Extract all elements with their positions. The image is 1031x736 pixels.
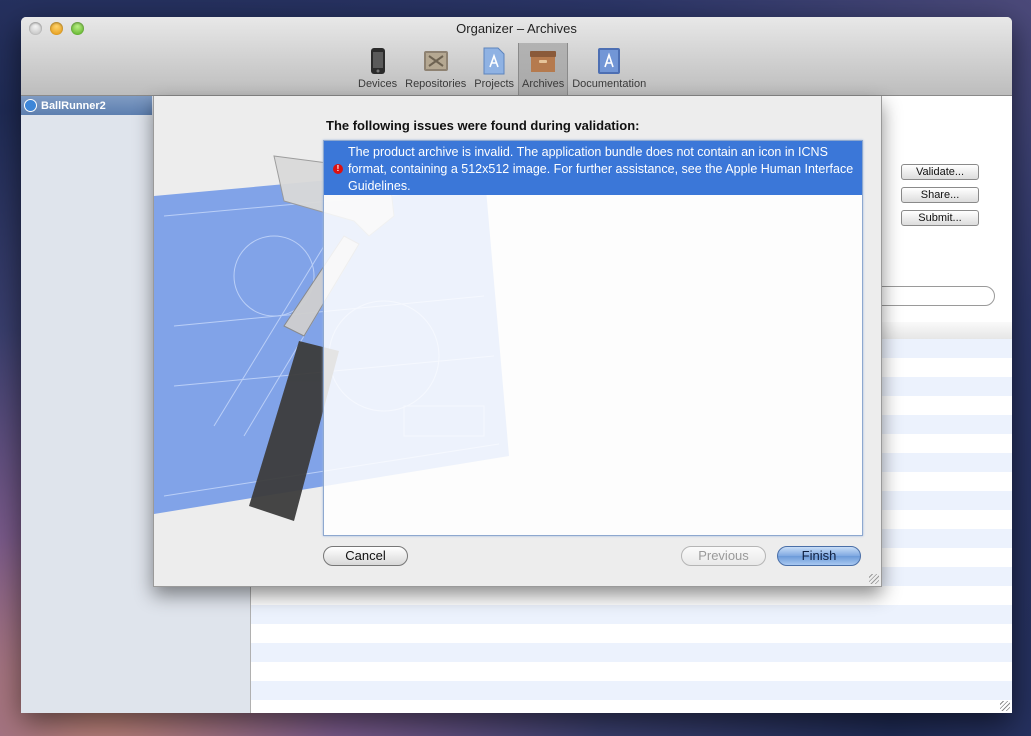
app-icon (24, 99, 37, 112)
window-title: Organizer – Archives (456, 21, 577, 36)
error-icon: ! (333, 164, 343, 174)
tab-devices[interactable]: Devices (354, 43, 401, 95)
issue-text: The product archive is invalid. The appl… (348, 145, 854, 193)
archives-icon (529, 46, 557, 76)
share-button[interactable]: Share... (901, 187, 979, 203)
tab-archives[interactable]: Archives (518, 43, 569, 95)
repository-icon (422, 46, 450, 76)
validation-heading: The following issues were found during v… (326, 118, 640, 133)
tab-repositories[interactable]: Repositories (401, 43, 470, 95)
device-icon (364, 46, 392, 76)
tab-documentation-label: Documentation (572, 78, 647, 90)
issue-row[interactable]: ! The product archive is invalid. The ap… (324, 141, 862, 195)
issues-list[interactable]: ! The product archive is invalid. The ap… (323, 140, 863, 536)
sheet-resize-handle[interactable] (869, 574, 879, 584)
tab-devices-label: Devices (358, 78, 398, 90)
cancel-button[interactable]: Cancel (323, 546, 408, 566)
tab-projects-label: Projects (474, 78, 515, 90)
finish-button[interactable]: Finish (777, 546, 861, 566)
validate-button[interactable]: Validate... (901, 164, 979, 180)
titlebar: Organizer – Archives Devices Repositorie… (21, 17, 1012, 96)
tab-archives-label: Archives (522, 78, 565, 90)
documentation-icon (595, 46, 623, 76)
sidebar-item-ballrunner2[interactable]: BallRunner2 (21, 96, 152, 115)
tab-documentation[interactable]: Documentation (568, 43, 650, 95)
toolbar: Devices Repositories Projects Archives D… (354, 43, 650, 95)
tab-projects[interactable]: Projects (470, 43, 518, 95)
previous-button[interactable]: Previous (681, 546, 766, 566)
projects-icon (480, 46, 508, 76)
tab-repositories-label: Repositories (405, 78, 467, 90)
sidebar-item-label: BallRunner2 (41, 99, 106, 112)
window-resize-handle[interactable] (1000, 701, 1010, 711)
validation-sheet: The following issues were found during v… (153, 96, 882, 587)
submit-button[interactable]: Submit... (901, 210, 979, 226)
